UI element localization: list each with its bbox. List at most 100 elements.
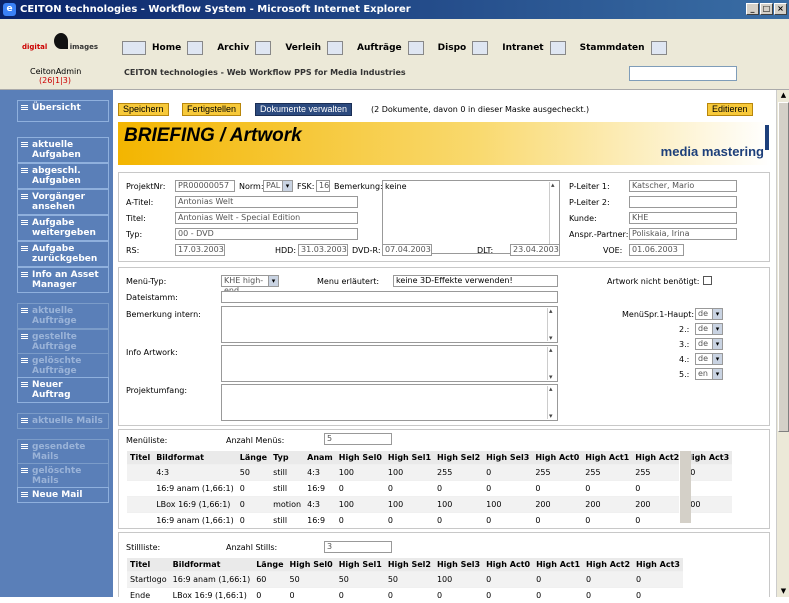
table-cell: 50	[237, 465, 270, 481]
table-row[interactable]: 16:9 anam (1,66:1)0still16:900000000	[127, 481, 732, 497]
label-projektnr: ProjektNr:	[126, 182, 165, 191]
nav-archiv[interactable]: Archiv	[217, 41, 271, 55]
nav-label: Verleih	[285, 43, 321, 53]
user-name: CeitonAdmin	[30, 67, 80, 76]
pleiter1-field[interactable]: Katscher, Mario	[629, 180, 737, 192]
scroll-up-icon[interactable]: ▲	[778, 90, 789, 101]
sidebar-item-zurueckgeben[interactable]: Aufgabe zurückgeben	[17, 241, 109, 267]
column-header: Länge	[253, 558, 286, 572]
sidebar-item-neue-mail[interactable]: Neue Mail	[17, 487, 109, 503]
sidebar-item-vorgaenger[interactable]: Vorgänger ansehen	[17, 189, 109, 215]
dateistamm-field[interactable]	[221, 291, 558, 303]
info-artwork-textarea[interactable]	[221, 345, 558, 382]
header-search-input[interactable]	[629, 66, 737, 81]
nav-intranet[interactable]: Intranet	[502, 41, 565, 55]
table-row[interactable]: 16:9 anam (1,66:1)0still16:900000000	[127, 513, 732, 529]
label-menusprache-2: 2.:	[679, 325, 689, 334]
save-button[interactable]: Speichern	[118, 103, 169, 116]
edit-button[interactable]: Editieren	[707, 103, 753, 116]
pleiter2-field[interactable]	[629, 196, 737, 208]
scroll-down-icon[interactable]: ▼	[778, 586, 789, 597]
lang5-select[interactable]: en▾	[695, 368, 723, 380]
textarea-scrollbar[interactable]	[547, 308, 556, 341]
lang2-select[interactable]: de▾	[695, 323, 723, 335]
projektumfang-textarea[interactable]	[221, 384, 558, 421]
bemerkung-value: keine	[385, 182, 406, 191]
sidebar-item-uebersicht[interactable]: Übersicht	[17, 100, 109, 122]
sidebar-item-aktuelle-aufgaben[interactable]: aktuelle Aufgaben	[17, 137, 109, 163]
fsk-field[interactable]: 16	[316, 180, 330, 192]
logo-bird-icon	[54, 33, 68, 49]
page-title: BRIEFING / Artwork	[124, 125, 302, 147]
textarea-scrollbar[interactable]	[547, 386, 556, 419]
label-menusprache-4: 4.:	[679, 355, 689, 364]
maximize-button[interactable]: □	[760, 3, 773, 15]
table-row[interactable]: EndeLBox 16:9 (1,66:1)000000000	[127, 588, 683, 603]
finish-button[interactable]: Fertigstellen	[182, 103, 241, 116]
projektnr-field[interactable]: PR00000057	[175, 180, 235, 192]
textarea-scrollbar[interactable]	[547, 347, 556, 380]
sidebar-item-gesendete-mails[interactable]: gesendete Mails	[17, 439, 109, 465]
sidebar-item-weitergeben[interactable]: Aufgabe weitergeben	[17, 215, 109, 241]
typ-field[interactable]: 00 - DVD	[175, 228, 358, 240]
close-button[interactable]: ×	[774, 3, 787, 15]
ie-icon: e	[3, 3, 16, 16]
label-stillliste: Stillliste:	[126, 543, 160, 552]
table-row[interactable]: 4:350still4:3100100255025525525580	[127, 465, 732, 481]
anspr-field[interactable]: Poliskaia, Irina	[629, 228, 737, 240]
voe-field[interactable]: 01.06.2003	[629, 244, 684, 256]
home-icon	[187, 41, 203, 55]
sidebar-item-aktuelle-mails[interactable]: aktuelle Mails	[17, 413, 109, 429]
menu-table-scrollbar[interactable]	[679, 451, 691, 523]
sidebar-item-neuer-auftrag[interactable]: Neuer Auftrag	[17, 377, 109, 403]
chevron-down-icon: ▾	[712, 324, 722, 334]
titel-field[interactable]: Antonias Welt - Special Edition	[175, 212, 358, 224]
sidebar-item-aktuelle-auftraege[interactable]: aktuelle Aufträge	[17, 303, 109, 329]
bemerkung-intern-textarea[interactable]	[221, 306, 558, 343]
nav-stammdaten[interactable]: Stammdaten	[580, 41, 667, 55]
dlt-field[interactable]: 23.04.2003	[510, 244, 560, 256]
table-cell: Startlogo	[127, 572, 170, 588]
nav-auftraege[interactable]: Aufträge	[357, 41, 424, 55]
menutyp-select[interactable]: KHE high-end▾	[221, 275, 279, 287]
textarea-scrollbar[interactable]	[549, 182, 558, 252]
hdd-field[interactable]: 31.03.2003	[298, 244, 348, 256]
label-fsk: FSK:	[297, 182, 314, 191]
dvdr-field[interactable]: 07.04.2003	[382, 244, 432, 256]
table-cell: 0	[582, 481, 632, 497]
app-header: digital images CeitonAdmin (26|1|3) Home…	[0, 19, 789, 90]
minimize-button[interactable]: _	[746, 3, 759, 15]
nav-home[interactable]: Home	[152, 41, 203, 55]
rs-field[interactable]: 17.03.2003	[175, 244, 225, 256]
anzahl-menus-field[interactable]: 5	[324, 433, 392, 445]
column-header: High Act2	[632, 451, 682, 465]
sidebar-item-asset-manager[interactable]: Info an Asset Manager	[17, 267, 109, 293]
sidebar-item-abgeschl-aufgaben[interactable]: abgeschl. Aufgaben	[17, 163, 109, 189]
artwork-not-needed-checkbox[interactable]	[703, 276, 712, 285]
bemerkung-textarea[interactable]: keine	[382, 180, 560, 254]
lang1-select[interactable]: de▾	[695, 308, 723, 320]
sidebar-item-gestellte-auftraege[interactable]: gestellte Aufträge	[17, 329, 109, 355]
norm-select[interactable]: PAL▾	[263, 180, 293, 192]
page-scrollbar[interactable]: ▲ ▼	[776, 90, 789, 597]
sidebar-item-geloeschte-mails[interactable]: gelöschte Mails	[17, 463, 109, 489]
kunde-field[interactable]: KHE	[629, 212, 737, 224]
menu-erl-field[interactable]: keine 3D-Effekte verwenden!	[393, 275, 558, 287]
table-row[interactable]: LBox 16:9 (1,66:1)0motion4:3100100100100…	[127, 497, 732, 513]
table-cell: 60	[253, 572, 286, 588]
nav-verleih[interactable]: Verleih	[285, 41, 343, 55]
manage-documents-button[interactable]: Dokumente verwalten	[255, 103, 352, 116]
label-voe: VOE:	[603, 246, 622, 255]
table-row[interactable]: Startlogo16:9 anam (1,66:1)6050505010000…	[127, 572, 683, 588]
atitel-field[interactable]: Antonias Welt	[175, 196, 358, 208]
table-cell: 0	[237, 513, 270, 529]
scroll-thumb[interactable]	[778, 102, 789, 432]
anzahl-stills-field[interactable]: 3	[324, 541, 392, 553]
sidebar-item-geloeschte-auftraege[interactable]: gelöschte Aufträge	[17, 353, 109, 379]
lang3-select[interactable]: de▾	[695, 338, 723, 350]
apps-icon[interactable]	[122, 41, 146, 55]
table-cell: 100	[385, 465, 434, 481]
user-counts[interactable]: (26|1|3)	[30, 76, 80, 85]
lang4-select[interactable]: de▾	[695, 353, 723, 365]
nav-dispo[interactable]: Dispo	[438, 41, 489, 55]
